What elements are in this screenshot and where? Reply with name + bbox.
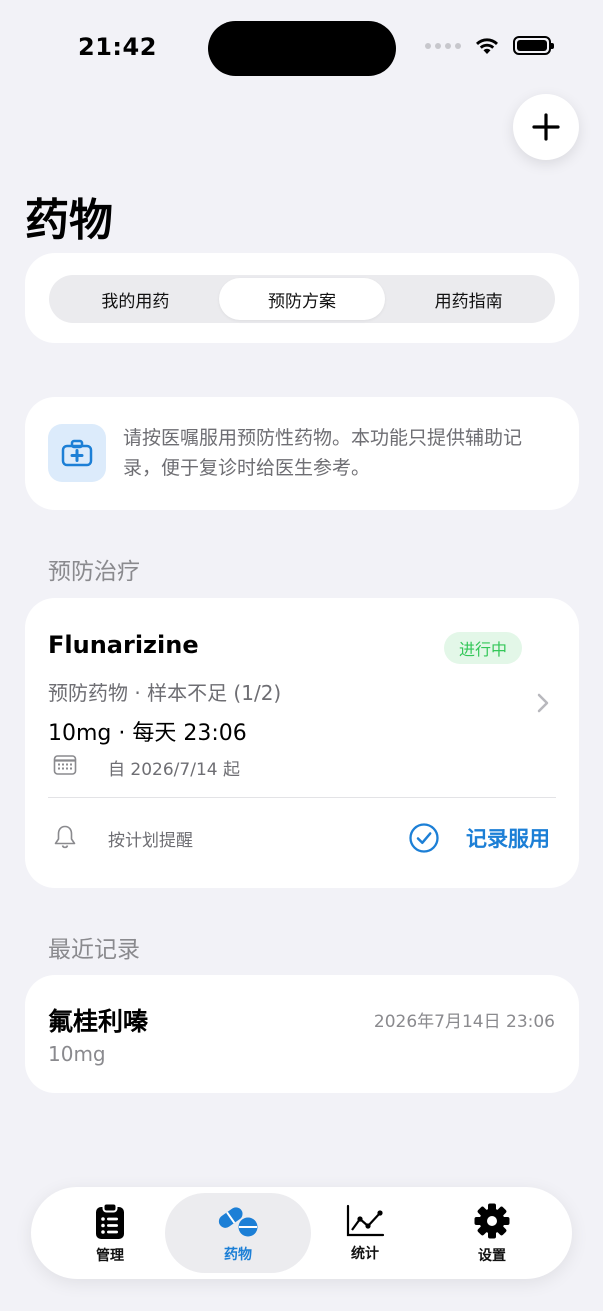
calendar-icon	[53, 755, 77, 775]
segment-my-medication[interactable]: 我的用药	[52, 278, 219, 320]
chevron-right-icon	[537, 693, 549, 713]
plan-name: Flunarizine	[48, 631, 199, 659]
tab-stats[interactable]: 统计	[292, 1193, 438, 1273]
segment-card: 我的用药 预防方案 用药指南	[25, 253, 579, 343]
tab-medication-label: 药物	[224, 1246, 252, 1263]
record-medication-name: 氟桂利嗪	[48, 1007, 149, 1036]
add-button[interactable]	[513, 94, 579, 160]
bell-icon	[54, 825, 76, 849]
tab-manage[interactable]: 管理	[37, 1193, 183, 1273]
status-time: 21:42	[78, 33, 157, 61]
wifi-icon	[476, 37, 498, 54]
prevention-section-title: 预防治疗	[48, 559, 140, 585]
plan-dose-schedule: 10mg · 每天 23:06	[48, 721, 247, 746]
record-dose: 10mg	[48, 1042, 106, 1066]
recent-record-card[interactable]: 氟桂利嗪 2026年7月14日 23:06 10mg	[25, 975, 579, 1093]
chart-icon	[346, 1204, 385, 1236]
status-badge: 进行中	[444, 632, 522, 664]
pills-icon	[218, 1206, 258, 1236]
plus-icon	[532, 113, 560, 141]
dynamic-island	[208, 21, 396, 76]
clipboard-icon	[96, 1202, 124, 1239]
prevention-plan-card[interactable]: Flunarizine 进行中 预防药物 · 样本不足 (1/2) 10mg ·…	[25, 598, 579, 888]
notice-card: 请按医嘱服用预防性药物。本功能只提供辅助记录，便于复诊时给医生参考。	[25, 397, 579, 510]
plan-start-date: 自 2026/7/14 起	[108, 760, 240, 780]
tab-stats-label: 统计	[351, 1245, 379, 1262]
divider	[48, 797, 556, 798]
segment-medication-guide[interactable]: 用药指南	[385, 278, 552, 320]
record-intake-button[interactable]: 记录服用	[466, 823, 550, 853]
check-circle-icon[interactable]	[408, 822, 440, 854]
medical-kit-icon	[48, 424, 106, 482]
plan-subtitle: 预防药物 · 样本不足 (1/2)	[48, 681, 282, 705]
notice-text: 请按医嘱服用预防性药物。本功能只提供辅助记录，便于复诊时给医生参考。	[123, 427, 523, 479]
recent-section-title: 最近记录	[48, 937, 140, 963]
record-time: 2026年7月14日 23:06	[373, 1012, 555, 1032]
status-indicators	[425, 36, 554, 55]
tab-settings[interactable]: 设置	[419, 1193, 565, 1273]
tab-settings-label: 设置	[478, 1247, 506, 1264]
tab-medication[interactable]: 药物	[165, 1193, 311, 1273]
screen: 21:42 药物 我的用药 预防方案 用药指南 请按医嘱服用预防性药物。本功能只…	[0, 0, 603, 1311]
tab-bar: 管理 药物 统计 设置	[31, 1187, 572, 1279]
signal-icon	[425, 42, 461, 49]
segmented-control: 我的用药 预防方案 用药指南	[49, 275, 555, 323]
segment-prevention-plan[interactable]: 预防方案	[218, 278, 386, 320]
battery-icon	[513, 36, 554, 55]
gear-icon	[474, 1203, 510, 1238]
tab-manage-label: 管理	[96, 1247, 124, 1264]
reminder-text: 按计划提醒	[108, 831, 193, 851]
page-title: 药物	[25, 195, 113, 246]
